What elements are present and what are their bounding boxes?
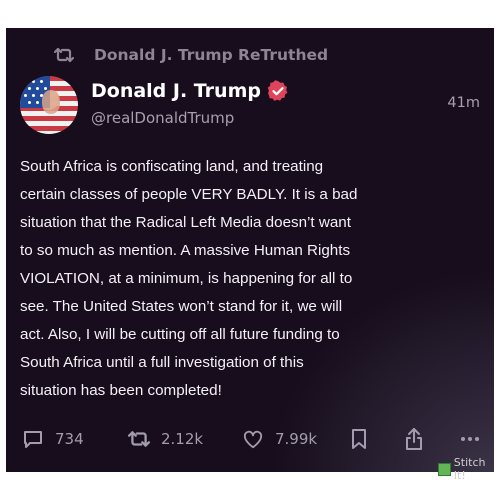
post-timestamp[interactable]: 41m — [447, 95, 480, 111]
retruth-icon — [54, 47, 74, 63]
author-name-row[interactable]: Donald J. Trump — [91, 80, 289, 102]
stitch-logo-icon — [438, 462, 451, 476]
truth-post-card: Donald J. Trump ReTruthed Donald J. Trum… — [6, 28, 494, 472]
post-line: situation that the Radical Left Media do… — [20, 214, 351, 231]
like-button[interactable]: 7.99k — [242, 426, 317, 452]
like-icon — [243, 430, 263, 449]
post-line: see. The United States won’t stand for i… — [20, 298, 343, 315]
post-line: South Africa until a full investigation … — [20, 354, 304, 371]
post-line: situation has been completed! — [20, 382, 222, 399]
stitch-label: Stitch It! — [453, 456, 486, 482]
avatar-face — [42, 90, 60, 114]
post-line: South Africa is confiscating land, and t… — [20, 158, 324, 175]
bookmark-icon — [352, 429, 366, 449]
share-icon — [406, 428, 422, 450]
more-options-button[interactable] — [460, 426, 491, 452]
reply-icon — [24, 431, 42, 448]
reply-count: 734 — [55, 430, 84, 448]
retruth-button[interactable]: 2.12k — [128, 426, 203, 452]
avatar[interactable] — [20, 76, 78, 134]
post-line: act. Also, I will be cutting off all fut… — [20, 326, 340, 343]
retruth-header[interactable]: Donald J. Trump ReTruthed — [54, 46, 328, 64]
author-handle[interactable]: @realDonaldTrump — [91, 109, 234, 127]
retruth-label: Donald J. Trump ReTruthed — [94, 46, 329, 64]
more-options-icon — [461, 437, 479, 441]
post-line: VIOLATION, at a minimum, is happening fo… — [20, 270, 353, 287]
retruth-count: 2.12k — [161, 430, 204, 448]
verified-badge-icon — [267, 80, 288, 101]
stitch-watermark: Stitch It! — [438, 456, 500, 482]
reply-button[interactable]: 734 — [22, 426, 84, 452]
like-count: 7.99k — [275, 430, 318, 448]
author-name[interactable]: Donald J. Trump — [91, 80, 261, 102]
action-bar: 734 2.12k 7.99k — [20, 426, 486, 452]
post-body: South Africa is confiscating land, and t… — [20, 153, 490, 405]
post-line: certain classes of people VERY BADLY. It… — [20, 186, 358, 203]
share-button[interactable] — [404, 426, 435, 452]
retruth-count-icon — [128, 431, 150, 447]
bookmark-button[interactable] — [350, 426, 379, 452]
post-line: to so much as mention. A massive Human R… — [20, 242, 351, 259]
